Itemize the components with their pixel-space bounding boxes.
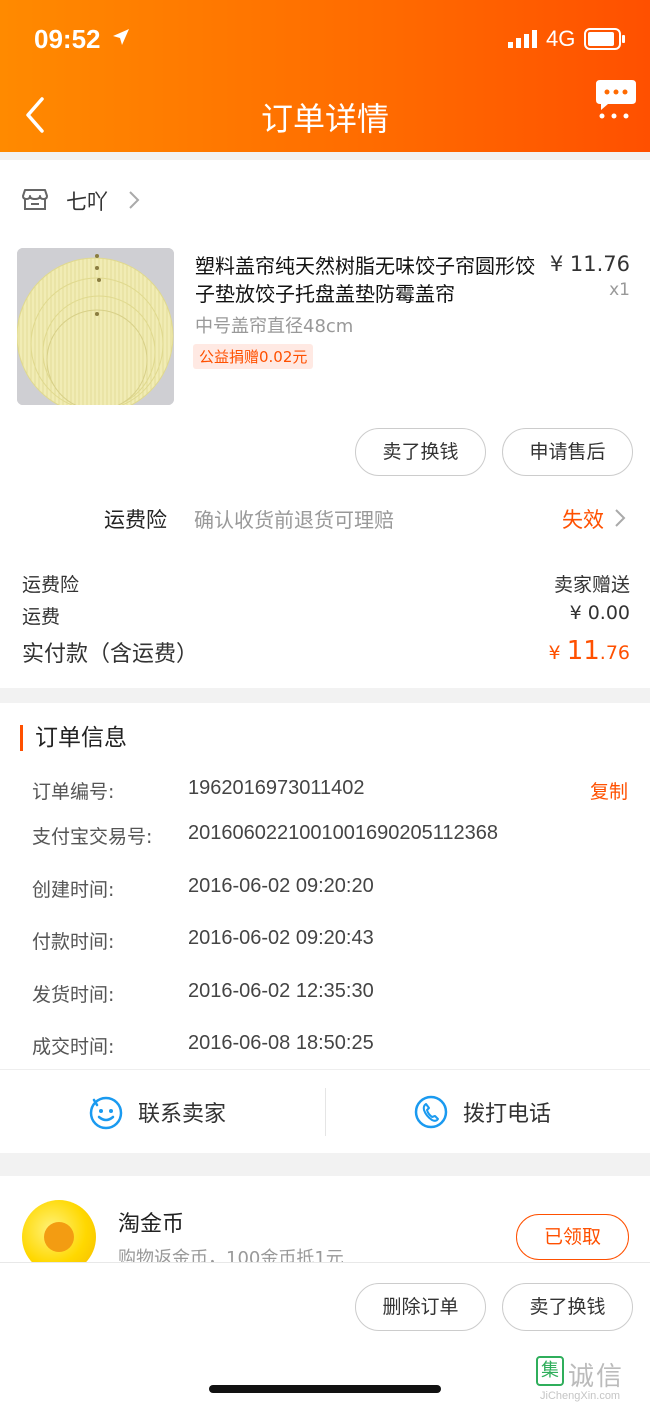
total-currency: ¥	[548, 642, 567, 664]
info-value: 2016-06-02 12:35:30	[188, 980, 374, 1002]
order-info-card: 订单信息 订单编号: 1962016973011402 复制 支付宝交易号: 2…	[0, 703, 650, 1153]
total-amount: ¥ 11.76	[549, 636, 630, 666]
section-title: 订单信息	[20, 725, 127, 751]
product-price: ¥ 11.76	[549, 252, 630, 276]
watermark-text: 诚信	[568, 1362, 625, 1392]
total-row: 实付款（含运费） ¥ 11.76	[22, 636, 630, 670]
fee-value: ¥ 0.00	[569, 602, 630, 624]
charity-tag: 公益捐赠0.02元	[193, 344, 314, 369]
chevron-right-icon[interactable]	[614, 508, 626, 532]
location-arrow-icon	[112, 28, 130, 50]
shipping-insurance-description: 确认收货前退货可理赔	[194, 508, 394, 532]
info-value: 1962016973011402	[188, 777, 365, 799]
sell-for-cash-button[interactable]: 卖了换钱	[355, 428, 486, 476]
coin-inner-icon	[44, 1222, 74, 1252]
shop-name: 七吖	[66, 190, 108, 214]
watermark-mark: 集	[536, 1356, 564, 1386]
chat-bubble-more-icon	[596, 80, 636, 119]
home-indicator[interactable]	[209, 1385, 441, 1393]
phone-icon	[413, 1094, 449, 1134]
smiley-chat-icon	[88, 1094, 124, 1134]
signal-icon	[508, 30, 540, 52]
info-value: 2016-06-08 18:50:25	[188, 1032, 374, 1054]
after-sale-button[interactable]: 申请售后	[502, 428, 633, 476]
fee-label: 运费险	[22, 574, 80, 596]
status-time: 09:52	[34, 24, 101, 54]
call-phone-button[interactable]: 拨打电话	[325, 1070, 650, 1154]
sell-for-cash-button[interactable]: 卖了换钱	[502, 1283, 633, 1331]
shipping-insurance-label: 运费险	[104, 508, 167, 532]
info-key: 订单编号:	[32, 781, 115, 803]
claimed-button[interactable]: 已领取	[516, 1214, 629, 1260]
info-value: 2016060221001001690205112368	[188, 822, 498, 844]
delete-order-button[interactable]: 删除订单	[355, 1283, 486, 1331]
header: 09:52 4G 订单详情	[0, 0, 650, 152]
info-key: 支付宝交易号:	[32, 826, 153, 848]
coins-title: 淘金币	[118, 1212, 185, 1237]
network-label: 4G	[546, 26, 576, 51]
info-key: 发货时间:	[32, 984, 115, 1006]
copy-button[interactable]: 复制	[590, 777, 628, 804]
total-decimal: .76	[599, 642, 630, 664]
product-image[interactable]	[17, 248, 174, 405]
info-key: 付款时间:	[32, 931, 115, 953]
info-key: 创建时间:	[32, 879, 115, 901]
call-phone-label: 拨打电话	[463, 1102, 552, 1127]
contact-bar: 联系卖家 拨打电话	[0, 1069, 650, 1153]
info-key: 成交时间:	[32, 1036, 115, 1058]
order-item-card: 七吖 塑料盖帘纯天然树脂无味饺子帘圆形饺子垫放饺子托盘盖垫防霉盖帘 ¥ 11.7…	[0, 160, 650, 688]
product-quantity: x1	[609, 280, 630, 300]
product-title[interactable]: 塑料盖帘纯天然树脂无味饺子帘圆形饺子垫放饺子托盘盖垫防霉盖帘	[195, 252, 540, 308]
product-spec: 中号盖帘直径48cm	[195, 316, 354, 337]
watermark-logo: 集 诚信 JiChengXin.com	[532, 1354, 650, 1407]
fee-value: 卖家赠送	[553, 574, 630, 596]
contact-seller-button[interactable]: 联系卖家	[0, 1070, 325, 1154]
total-integer: 11	[566, 636, 600, 666]
shipping-insurance-status[interactable]: 失效	[562, 504, 604, 534]
battery-icon	[584, 28, 626, 54]
info-value: 2016-06-02 09:20:20	[188, 875, 374, 897]
watermark-url: JiChengXin.com	[540, 1390, 621, 1402]
page-title: 订单详情	[260, 100, 389, 138]
contact-seller-label: 联系卖家	[138, 1102, 227, 1127]
fee-label: 运费	[22, 606, 61, 628]
chevron-right-icon	[128, 190, 140, 214]
info-value: 2016-06-02 09:20:43	[188, 927, 374, 949]
store-icon	[22, 186, 48, 216]
status-bar: 09:52 4G	[0, 0, 650, 80]
more-button[interactable]	[594, 76, 638, 120]
total-label: 实付款（含运费）	[22, 642, 199, 667]
